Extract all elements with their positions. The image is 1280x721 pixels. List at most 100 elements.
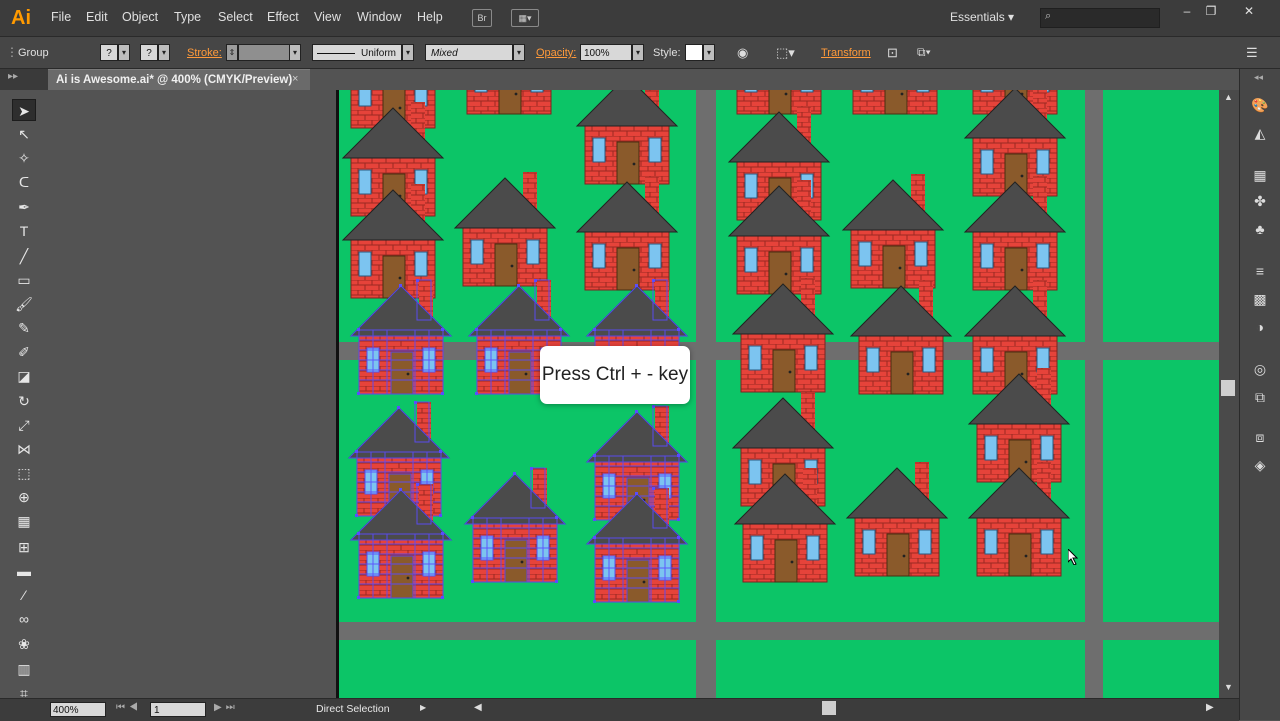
menu-help[interactable]: Help xyxy=(417,10,443,24)
variable-width-profile[interactable]: Uniform xyxy=(312,44,402,61)
document-tab-title: Ai is Awesome.ai* @ 400% (CMYK/Preview) xyxy=(56,74,293,86)
road-horizontal-2 xyxy=(339,622,1219,640)
menu-effect[interactable]: Effect xyxy=(267,10,299,24)
pen-tool-icon[interactable]: ✒ xyxy=(12,196,36,218)
swatches-icon[interactable]: ▦ xyxy=(1250,165,1270,185)
align-panel-icon[interactable]: ⧈ xyxy=(1250,427,1270,447)
fill-swatch[interactable]: ? xyxy=(100,44,118,61)
lasso-tool-icon[interactable]: ᑕ xyxy=(12,171,36,193)
column-graph-tool-icon[interactable]: ▥ xyxy=(12,658,36,680)
layers-icon[interactable]: ◈ xyxy=(1250,455,1270,475)
zoom-level-field[interactable]: 400% xyxy=(50,702,106,717)
width-tool-icon[interactable]: ⋈ xyxy=(12,438,36,460)
brush-definition[interactable]: Mixed xyxy=(425,44,513,61)
scroll-right-icon[interactable]: ▶ xyxy=(1206,702,1214,713)
brushes-icon[interactable]: ✤ xyxy=(1250,191,1270,211)
paintbrush-tool-icon[interactable]: 🖌 xyxy=(12,293,36,315)
stroke-weight-dropdown[interactable]: ▾ xyxy=(289,44,301,61)
collapse-dock-icon[interactable]: ◂◂ xyxy=(1254,72,1263,83)
rectangle-tool-icon[interactable]: ▭ xyxy=(12,269,36,291)
stroke-icon[interactable]: ≡ xyxy=(1250,261,1270,281)
maximize-button[interactable]: ❐ xyxy=(1200,4,1222,18)
color-panel-icon[interactable]: 🎨 xyxy=(1250,95,1270,115)
transform-link[interactable]: Transform xyxy=(821,47,871,59)
artboard-number-field[interactable]: 1 xyxy=(150,702,206,717)
arrange-documents-icon[interactable]: ▦▾ xyxy=(511,9,539,27)
stroke-label-link[interactable]: Stroke: xyxy=(187,47,222,59)
gradient-tool-icon[interactable]: ▬ xyxy=(12,560,36,582)
graphic-style-swatch[interactable] xyxy=(685,44,703,61)
menu-window[interactable]: Window xyxy=(357,10,401,24)
house[interactable] xyxy=(458,90,560,115)
house[interactable] xyxy=(844,90,946,115)
symbols-icon[interactable]: ♣ xyxy=(1250,219,1270,239)
align-icon[interactable]: ⬚▾ xyxy=(776,45,795,61)
rotate-tool-icon[interactable]: ↻ xyxy=(12,390,36,412)
brush-dropdown[interactable]: ▾ xyxy=(513,44,525,61)
blend-tool-icon[interactable]: ∞ xyxy=(12,608,36,630)
mesh-tool-icon[interactable]: ⊞ xyxy=(12,536,36,558)
menu-view[interactable]: View xyxy=(314,10,341,24)
selection-tool-icon[interactable]: ➤ xyxy=(12,99,36,121)
horizontal-scroll-thumb[interactable] xyxy=(822,701,836,715)
type-tool-icon[interactable]: T xyxy=(12,220,36,242)
town-illustration[interactable] xyxy=(339,90,1219,698)
scale-tool-icon[interactable]: ⤢ xyxy=(12,414,36,436)
opacity-field[interactable]: 100% xyxy=(580,44,632,61)
style-dropdown[interactable]: ▾ xyxy=(703,44,715,61)
profile-dropdown[interactable]: ▾ xyxy=(402,44,414,61)
opacity-dropdown[interactable]: ▾ xyxy=(632,44,644,61)
menu-type[interactable]: Type xyxy=(174,10,201,24)
magic-wand-tool-icon[interactable]: ✧ xyxy=(12,147,36,169)
menu-file[interactable]: File xyxy=(51,10,71,24)
recolor-artwork-icon[interactable]: ◉ xyxy=(737,45,748,61)
blob-brush-tool-icon[interactable]: ✐ xyxy=(12,341,36,363)
appearance-icon[interactable]: ◎ xyxy=(1250,359,1270,379)
fill-dropdown[interactable]: ▾ xyxy=(118,44,130,61)
search-help-input[interactable]: ⌕ xyxy=(1040,8,1160,28)
close-window-button[interactable]: ✕ xyxy=(1238,4,1260,18)
vertical-scroll-thumb[interactable] xyxy=(1221,380,1235,396)
close-tab-button[interactable]: × xyxy=(292,73,298,85)
pasteboard[interactable] xyxy=(48,90,338,698)
menu-edit[interactable]: Edit xyxy=(86,10,108,24)
document-tab[interactable]: Ai is Awesome.ai* @ 400% (CMYK/Preview) … xyxy=(48,69,310,91)
transparency-icon[interactable]: ◑ xyxy=(1250,317,1270,337)
free-transform-tool-icon[interactable]: ⬚ xyxy=(12,462,36,484)
bridge-icon[interactable]: Br xyxy=(472,9,492,27)
pencil-tool-icon[interactable]: ✎ xyxy=(12,317,36,339)
scroll-up-icon[interactable]: ▲ xyxy=(1224,92,1233,102)
artboard-nav-next-icons[interactable]: ▶⏭ xyxy=(214,702,239,713)
color-guide-icon[interactable]: ◭ xyxy=(1250,123,1270,143)
panel-menu-icon[interactable]: ☰ xyxy=(1246,45,1258,61)
house[interactable] xyxy=(728,90,830,115)
stroke-weight-stepper[interactable]: ⇕ xyxy=(226,44,238,61)
perspective-grid-tool-icon[interactable]: ▦ xyxy=(12,510,36,532)
status-menu-icon[interactable]: ▶ xyxy=(420,703,426,712)
minimize-button[interactable]: – xyxy=(1176,4,1198,18)
opacity-label-link[interactable]: Opacity: xyxy=(536,47,576,59)
menu-object[interactable]: Object xyxy=(122,10,158,24)
scroll-down-icon[interactable]: ▼ xyxy=(1224,682,1233,692)
direct-selection-tool-icon[interactable]: ↖ xyxy=(12,123,36,145)
shape-builder-tool-icon[interactable]: ⊕ xyxy=(12,486,36,508)
stroke-weight-field[interactable] xyxy=(238,44,290,61)
stroke-color-dropdown[interactable]: ▾ xyxy=(158,44,170,61)
stroke-swatch[interactable]: ? xyxy=(140,44,158,61)
menu-select[interactable]: Select xyxy=(218,10,253,24)
menu-bar: Ai File Edit Object Type Select Effect V… xyxy=(0,0,1280,37)
line-segment-tool-icon[interactable]: ╱ xyxy=(12,245,36,267)
eraser-tool-icon[interactable]: ◪ xyxy=(12,365,36,387)
artboard-canvas[interactable] xyxy=(339,90,1219,698)
artboard-nav-prev-icons[interactable]: ⏮◀ xyxy=(116,702,142,713)
gradient-icon[interactable]: ▩ xyxy=(1250,289,1270,309)
workspace-switcher[interactable]: Essentials ▾ xyxy=(950,10,1014,24)
scroll-left-icon[interactable]: ◀ xyxy=(474,702,482,713)
symbol-sprayer-tool-icon[interactable]: ❀ xyxy=(12,633,36,655)
status-tool-text: Direct Selection xyxy=(316,703,390,715)
style-label: Style: xyxy=(653,47,681,59)
eyedropper-tool-icon[interactable]: ⁄ xyxy=(12,584,36,606)
pathfinder-icon[interactable]: ⧉▾ xyxy=(917,45,931,60)
isolate-group-icon[interactable]: ⊡ xyxy=(887,45,898,61)
graphic-styles-icon[interactable]: ⧉ xyxy=(1250,387,1270,407)
